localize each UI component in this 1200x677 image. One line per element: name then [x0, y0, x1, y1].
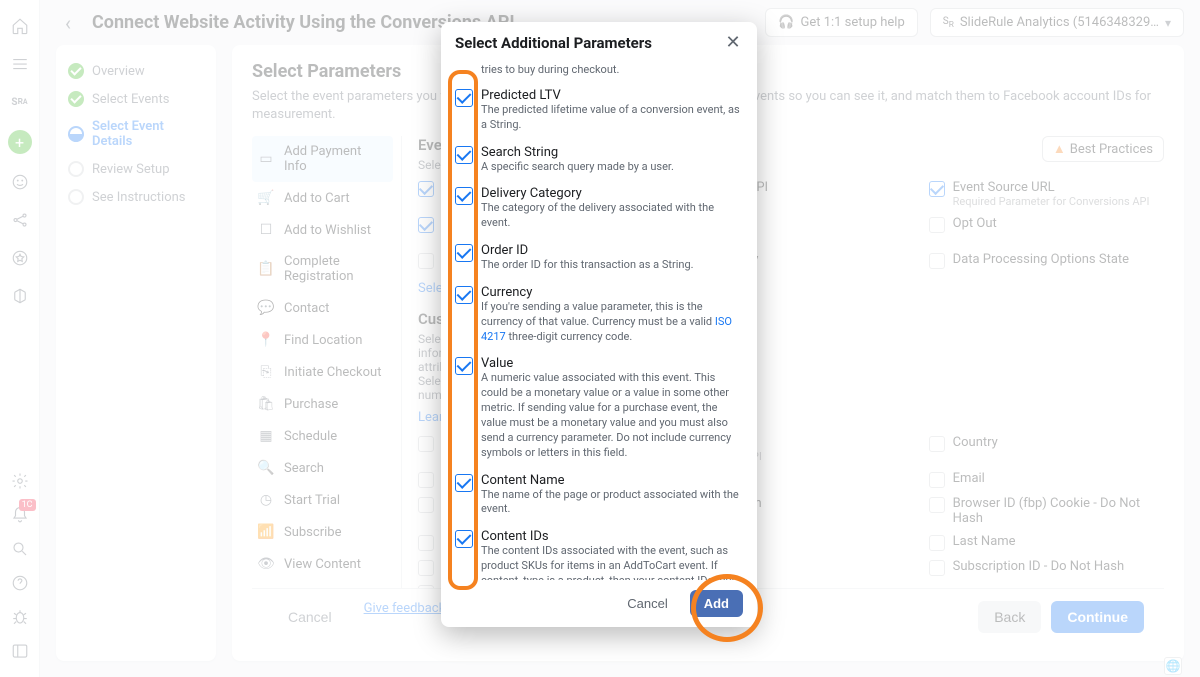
modal-param-currency[interactable]: CurrencyIf you're sending a value parame…	[455, 279, 743, 351]
modal-add-button[interactable]: Add	[690, 590, 743, 617]
modal-param-content-ids[interactable]: Content IDsThe content IDs associated wi…	[455, 523, 743, 580]
select-additional-parameters-modal: Select Additional Parameters ✕ tries to …	[441, 22, 757, 627]
modal-param-delivery-category[interactable]: Delivery CategoryThe category of the del…	[455, 180, 743, 237]
modal-intro: tries to buy during checkout.	[455, 63, 743, 78]
close-icon[interactable]: ✕	[723, 32, 743, 53]
checkbox-icon[interactable]	[455, 286, 473, 304]
modal-param-order-id[interactable]: Order IDThe order ID for this transactio…	[455, 237, 743, 279]
modal-param-predicted-ltv[interactable]: Predicted LTVThe predicted lifetime valu…	[455, 82, 743, 139]
modal-cancel-button[interactable]: Cancel	[613, 590, 681, 617]
checkbox-icon[interactable]	[455, 474, 473, 492]
modal-body[interactable]: tries to buy during checkout. Predicted …	[441, 63, 757, 580]
modal-param-content-name[interactable]: Content NameThe name of the page or prod…	[455, 467, 743, 524]
checkbox-icon[interactable]	[455, 357, 473, 375]
checkbox-icon[interactable]	[455, 187, 473, 205]
checkbox-icon[interactable]	[455, 146, 473, 164]
modal-param-value[interactable]: ValueA numeric value associated with thi…	[455, 350, 743, 466]
checkbox-icon[interactable]	[455, 89, 473, 107]
modal-title: Select Additional Parameters	[455, 34, 652, 52]
checkbox-icon[interactable]	[455, 530, 473, 548]
checkbox-icon[interactable]	[455, 244, 473, 262]
modal-param-search-string[interactable]: Search StringA specific search query mad…	[455, 139, 743, 181]
